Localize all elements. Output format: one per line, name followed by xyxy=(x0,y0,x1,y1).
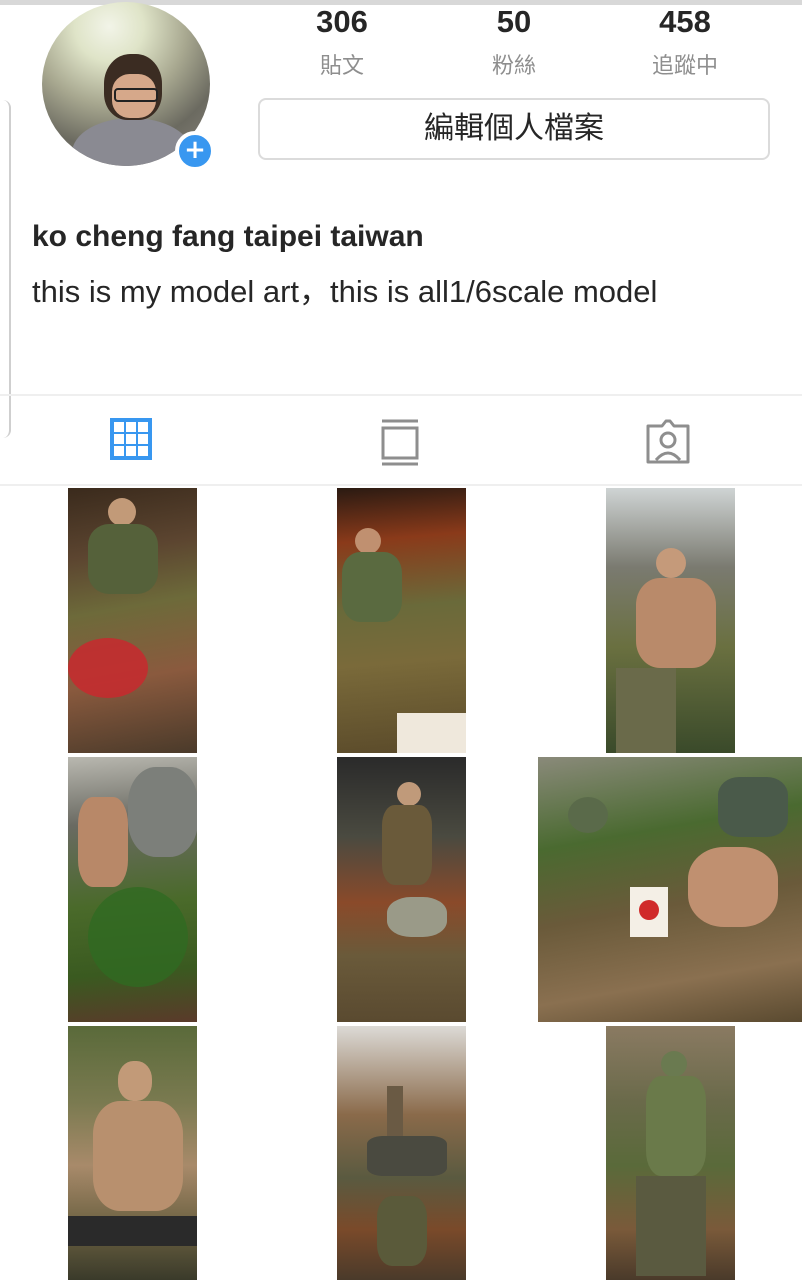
drawer-edge[interactable] xyxy=(0,100,11,438)
tagged-icon xyxy=(646,419,690,464)
post-thumbnail[interactable] xyxy=(606,1026,735,1280)
feed-icon xyxy=(381,419,419,466)
profile-name: ko cheng fang taipei taiwan xyxy=(32,220,424,253)
profile-bio: this is my model art，this is all1/6scale… xyxy=(32,274,658,309)
following-label: 追蹤中 xyxy=(651,54,718,79)
followers-count: 50 xyxy=(496,4,532,39)
post-thumbnail[interactable] xyxy=(337,757,466,1022)
following-count: 458 xyxy=(659,4,711,39)
posts-count: 306 xyxy=(316,4,368,39)
post-thumbnail[interactable] xyxy=(538,757,802,1022)
stat-following[interactable]: 458 追蹤中 xyxy=(625,4,745,80)
tab-tagged[interactable] xyxy=(640,414,696,470)
grid-icon xyxy=(110,418,152,460)
add-story-button[interactable]: + xyxy=(175,131,215,171)
edit-profile-button[interactable]: 編輯個人檔案 xyxy=(258,98,770,160)
posts-label: 貼文 xyxy=(319,54,364,79)
stat-posts[interactable]: 306 貼文 xyxy=(282,4,402,80)
stat-followers[interactable]: 50 粉絲 xyxy=(454,4,574,80)
post-thumbnail[interactable] xyxy=(68,757,197,1022)
post-thumbnail[interactable] xyxy=(337,488,466,753)
tab-grid[interactable] xyxy=(106,414,162,470)
profile-tabs xyxy=(0,394,802,486)
post-thumbnail[interactable] xyxy=(68,488,197,753)
followers-label: 粉絲 xyxy=(491,54,536,79)
tab-feed[interactable] xyxy=(372,414,428,470)
post-thumbnail[interactable] xyxy=(68,1026,197,1280)
post-thumbnail[interactable] xyxy=(606,488,735,753)
post-thumbnail[interactable] xyxy=(337,1026,466,1280)
